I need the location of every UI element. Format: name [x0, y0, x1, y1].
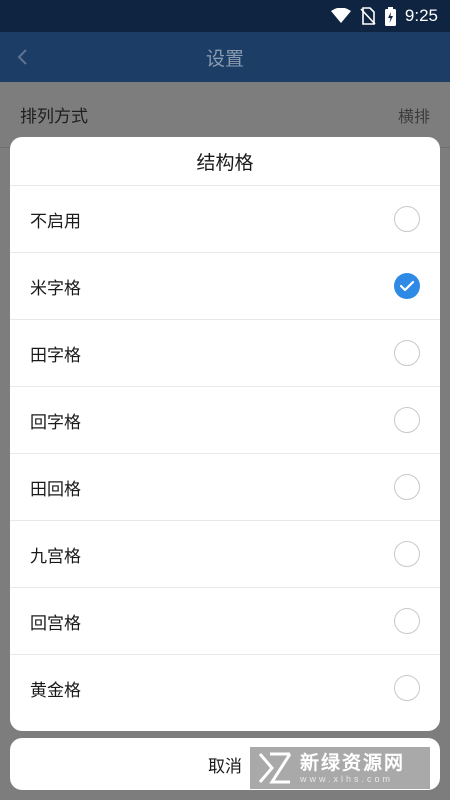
option-label: 回宫格 [30, 613, 81, 634]
watermark: 新绿资源网 www.xlhs.com [250, 747, 430, 789]
setting-label: 排列方式 [20, 107, 88, 127]
page-title: 设置 [205, 47, 244, 70]
option-item[interactable]: 黄金格 [10, 654, 440, 721]
option-label: 黄金格 [30, 680, 81, 701]
option-item[interactable]: 田字格 [10, 319, 440, 386]
radio-unchecked-icon[interactable] [394, 340, 420, 366]
no-sim-icon [360, 7, 376, 25]
radio-checked-icon[interactable] [394, 273, 420, 299]
option-item[interactable]: 不启用 [10, 185, 440, 252]
battery-charging-icon [384, 6, 396, 26]
option-item[interactable]: 九宫格 [10, 520, 440, 587]
option-label: 田回格 [30, 479, 81, 500]
app-header: 设置 [0, 32, 450, 82]
radio-unchecked-icon[interactable] [394, 474, 420, 500]
radio-unchecked-icon[interactable] [394, 206, 420, 232]
radio-unchecked-icon[interactable] [394, 541, 420, 567]
option-label: 不启用 [30, 211, 81, 232]
status-time: 9:25 [404, 6, 438, 25]
option-label: 田字格 [30, 345, 81, 366]
wifi-icon [330, 8, 351, 24]
radio-unchecked-icon[interactable] [394, 608, 420, 634]
option-label: 回字格 [30, 412, 81, 433]
option-label: 九宫格 [30, 546, 81, 567]
option-item[interactable]: 回字格 [10, 386, 440, 453]
option-label: 米字格 [30, 278, 81, 299]
radio-unchecked-icon[interactable] [394, 407, 420, 433]
option-item[interactable]: 回宫格 [10, 587, 440, 654]
watermark-sub: www.xlhs.com [300, 774, 394, 784]
status-bar: 9:25 [0, 0, 450, 32]
watermark-text: 新绿资源网 [300, 752, 406, 774]
structure-grid-dialog: 结构格 不启用 米字格 田字格 回字格 田回格 九宫格 回宫格 黄金格 [10, 137, 440, 731]
dialog-title: 结构格 [196, 151, 254, 174]
watermark-logo-icon [258, 752, 292, 784]
option-item[interactable]: 米字格 [10, 252, 440, 319]
chevron-left-icon[interactable] [8, 42, 38, 72]
setting-value: 横排 [397, 106, 430, 126]
watermark-text-group: 新绿资源网 www.xlhs.com [300, 752, 405, 784]
cancel-label: 取消 [208, 756, 242, 777]
radio-unchecked-icon[interactable] [394, 675, 420, 701]
option-item[interactable]: 田回格 [10, 453, 440, 520]
